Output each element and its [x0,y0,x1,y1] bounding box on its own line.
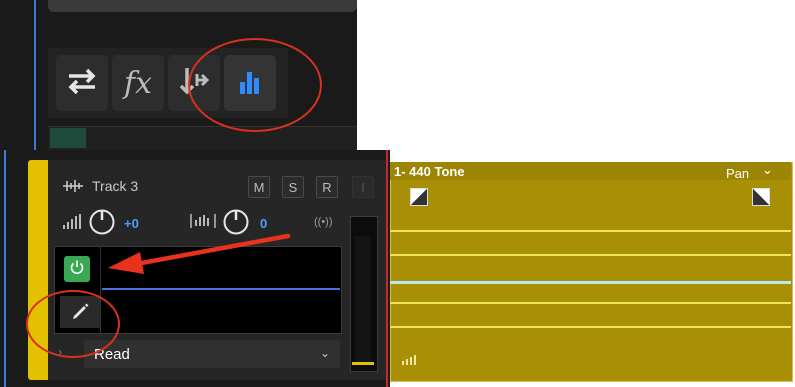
pan-automation-line[interactable] [390,281,791,284]
level-meter-channel [355,236,371,364]
annotation-circle-pencil [26,290,120,358]
swap-arrows-icon [65,66,99,101]
green-level-indicator [50,128,86,148]
clip-level-icon [402,352,416,370]
waveform-line [390,254,791,256]
top-strip [48,0,357,12]
waveform-line [390,326,791,328]
waveform-icon [62,178,84,199]
meter-peak-indicator [352,362,374,365]
fade-in-handle-icon[interactable] [410,188,428,206]
playhead-line [386,150,388,387]
fade-out-handle-icon[interactable] [752,188,770,206]
toolbar-lower-bar [48,126,357,151]
annotation-arrow [108,233,291,274]
automation-param-label[interactable]: Pan [726,166,749,181]
stereo-icon: ((•)) [314,216,333,228]
power-icon [69,259,85,280]
routing-button[interactable] [56,55,108,111]
waveform-line [390,230,791,232]
fx-power-button[interactable] [64,256,90,282]
record-arm-button[interactable]: R [316,176,338,198]
panel-edge-line [4,150,6,387]
track-name[interactable]: Track 3 [92,178,138,194]
chevron-down-icon: ⌄ [319,346,330,360]
input-monitor-button[interactable]: I [352,176,374,198]
solo-button[interactable]: S [282,176,304,198]
waveform-line [390,302,791,304]
effects-button[interactable]: fx [112,55,164,111]
volume-icon [62,214,84,235]
clip-title[interactable]: 1- 440 Tone [394,164,465,179]
panel-edge-line [34,0,36,150]
automation-mode-select[interactable]: Read ⌄ [84,340,340,368]
audio-clip[interactable] [390,162,793,382]
param-chevron-icon[interactable]: ⌄ [762,162,773,178]
fx-icon: fx [123,65,153,101]
pan-value[interactable]: 0 [260,216,267,231]
volume-value[interactable]: +0 [124,216,139,231]
annotation-circle-eq [188,38,322,132]
mute-button[interactable]: M [248,176,270,198]
automation-line [102,288,340,290]
